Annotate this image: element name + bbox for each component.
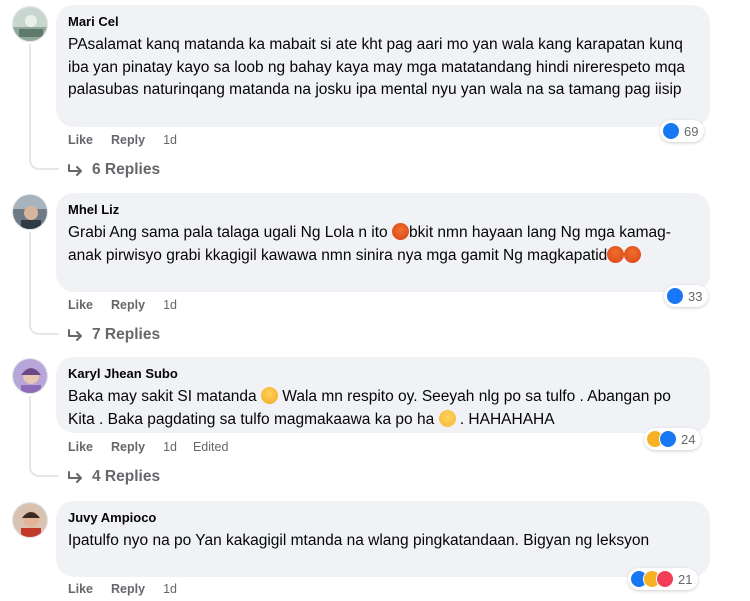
timestamp[interactable]: 1d [163, 582, 177, 596]
comment-actions: Like Reply 1d Edited [68, 438, 246, 456]
reply-button[interactable]: Reply [111, 582, 145, 596]
avatar[interactable] [12, 194, 48, 230]
thread-line [29, 396, 59, 477]
comment-text-part: Grabi Ang sama pala talaga ugali Ng Lola… [68, 224, 392, 241]
edited-label: Edited [192, 440, 229, 454]
comment-actions: Like Reply 1d [68, 580, 193, 598]
reply-button[interactable]: Reply [111, 440, 145, 454]
replies-label: 6 Replies [92, 161, 161, 178]
reaction-count: 69 [684, 123, 699, 139]
disappointed-emoji-icon [438, 409, 456, 427]
reply-button[interactable]: Reply [111, 298, 145, 312]
like-button[interactable]: Like [68, 440, 93, 454]
reaction-summary[interactable]: 21 [628, 568, 699, 590]
comment-author[interactable]: Juvy Ampioco [68, 509, 698, 526]
reaction-summary[interactable]: 69 [660, 120, 705, 142]
comment-text-part: . HAHAHAHA [455, 410, 555, 428]
replies-label: 4 Replies [92, 468, 161, 485]
timestamp[interactable]: 1d [163, 440, 177, 454]
replies-label: 7 Replies [92, 326, 161, 343]
comment-bubble: Karyl Jhean Subo Baka may sakit SI matan… [56, 357, 710, 433]
comment-actions: Like Reply 1d [68, 296, 193, 314]
timestamp[interactable]: 1d [163, 298, 177, 312]
comment-bubble: Mari Cel PAsalamat kanq matanda ka mabai… [56, 5, 710, 127]
reaction-summary[interactable]: 24 [644, 428, 702, 450]
reaction-count: 24 [681, 431, 696, 447]
like-button[interactable]: Like [68, 298, 93, 312]
view-replies-button[interactable]: 7 Replies [68, 324, 160, 346]
reaction-count: 33 [688, 288, 703, 304]
like-reaction-icon [662, 122, 680, 140]
angry-emoji-icon [392, 223, 409, 240]
angry-emoji-icon [607, 245, 625, 263]
view-replies-button[interactable]: 4 Replies [68, 466, 160, 488]
comment-text-part: Baka may sakit SI matanda [68, 388, 261, 405]
thread-line [29, 44, 59, 170]
like-button[interactable]: Like [68, 133, 93, 147]
angry-emoji-icon [624, 245, 642, 263]
like-reaction-icon [659, 430, 677, 448]
avatar[interactable] [12, 6, 48, 42]
comment-bubble: Mhel Liz Grabi Ang sama pala talaga ugal… [56, 193, 710, 292]
comment-text: Ipatulfo nyo na po Yan kakagigil mtanda … [68, 532, 650, 549]
comment-text: PAsalamat kanq matanda ka mabait si ate … [68, 36, 685, 98]
love-reaction-icon [656, 570, 674, 588]
comment-text: Grabi Ang sama pala talaga ugali Ng Lola… [68, 222, 698, 267]
avatar[interactable] [12, 502, 48, 538]
avatar[interactable] [12, 358, 48, 394]
comment-author[interactable]: Mhel Liz [68, 201, 698, 218]
reply-arrow-icon [68, 329, 82, 341]
comment-author[interactable]: Mari Cel [68, 13, 698, 30]
reply-button[interactable]: Reply [111, 133, 145, 147]
timestamp[interactable]: 1d [163, 133, 177, 147]
like-button[interactable]: Like [68, 582, 93, 596]
thread-line [29, 232, 59, 335]
reply-arrow-icon [68, 164, 82, 176]
laughing-emoji-icon [260, 387, 278, 404]
comment-text: Baka may sakit SI matanda Wala mn respit… [68, 386, 698, 431]
like-reaction-icon [666, 287, 684, 305]
reaction-summary[interactable]: 33 [664, 285, 709, 307]
reaction-count: 21 [678, 571, 693, 587]
view-replies-button[interactable]: 6 Replies [68, 159, 160, 181]
comment-bubble: Juvy Ampioco Ipatulfo nyo na po Yan kaka… [56, 501, 710, 577]
reply-arrow-icon [68, 471, 82, 483]
comment-actions: Like Reply 1d [68, 131, 193, 149]
comment-author[interactable]: Karyl Jhean Subo [68, 365, 698, 382]
